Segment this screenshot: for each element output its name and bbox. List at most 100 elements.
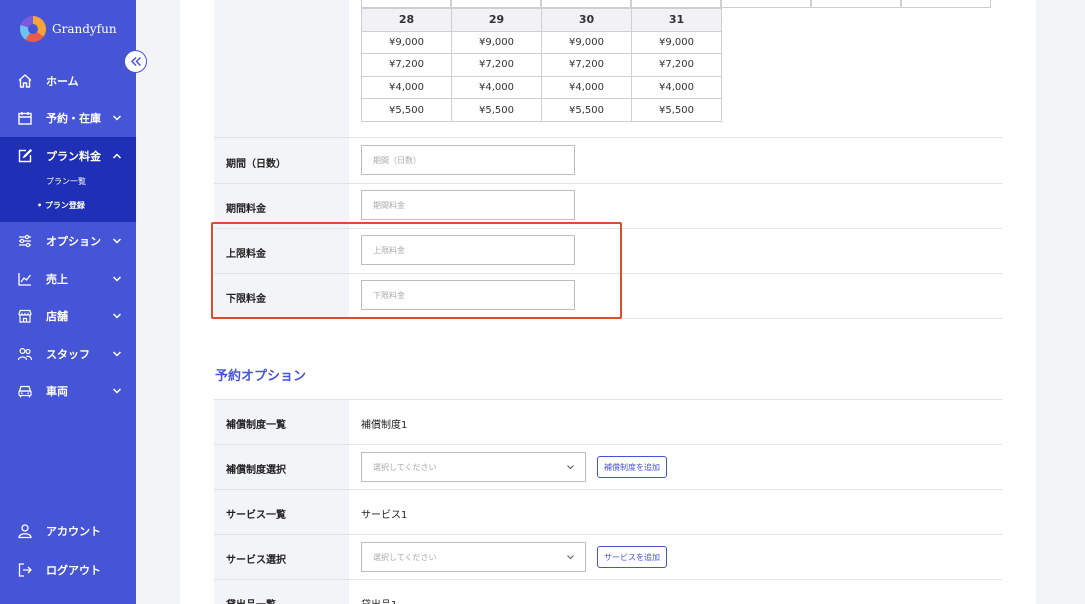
logo-icon bbox=[20, 16, 46, 42]
calendar-price-cell: ¥9,000 bbox=[631, 30, 722, 55]
insurance-select-placeholder: 選択してください bbox=[373, 462, 437, 472]
row-divider bbox=[214, 489, 1002, 490]
chevron-down-icon bbox=[112, 273, 122, 286]
period-days-label: 期間（日数） bbox=[226, 159, 286, 170]
calendar-day: 30 bbox=[541, 8, 632, 32]
calendar-price-cell: ¥5,500 bbox=[451, 98, 542, 122]
sidebar-item-options[interactable]: オプション bbox=[0, 226, 136, 256]
calendar-day: 29 bbox=[451, 8, 542, 32]
sidebar-item-vehicles[interactable]: 車両 bbox=[0, 376, 136, 406]
double-chevron-left-icon bbox=[130, 52, 142, 71]
calendar-price-cell: ¥7,200 bbox=[631, 53, 722, 77]
sidebar-item-reservations[interactable]: 予約・在庫 bbox=[0, 103, 136, 133]
row-divider bbox=[214, 579, 1002, 580]
lower-price-input[interactable]: 下限料金 bbox=[361, 280, 575, 310]
insurance-list-label: 補償制度一覧 bbox=[226, 420, 286, 431]
rental-list-label: 貸出品一覧 bbox=[226, 596, 276, 604]
calendar-price-cell: ¥7,200 bbox=[541, 53, 632, 77]
chevron-down-icon bbox=[112, 385, 122, 398]
sidebar-item-logout[interactable]: ログアウト bbox=[0, 555, 136, 585]
user-icon bbox=[16, 523, 33, 540]
chevron-down-icon bbox=[112, 348, 122, 361]
insurance-select[interactable]: 選択してください bbox=[361, 452, 586, 482]
calendar-price-cell: ¥5,500 bbox=[361, 98, 452, 122]
store-icon bbox=[16, 308, 33, 325]
upper-price-label: 上限料金 bbox=[226, 249, 266, 260]
calendar-price-cell: ¥4,000 bbox=[541, 75, 632, 100]
rental-list-value: 貸出品1 bbox=[361, 596, 397, 604]
sidebar-item-label: 店舗 bbox=[46, 310, 68, 323]
sidebar-item-account[interactable]: アカウント bbox=[0, 516, 136, 546]
calendar-price-cell: ¥9,000 bbox=[361, 30, 452, 55]
insurance-select-label: 補償制度選択 bbox=[226, 465, 286, 476]
sidebar-item-home[interactable]: ホーム bbox=[0, 66, 136, 96]
sidebar-item-label: 予約・在庫 bbox=[46, 112, 101, 125]
sidebar-collapse-button[interactable] bbox=[124, 50, 147, 73]
calendar-day: 28 bbox=[361, 8, 452, 32]
calendar-price-cell: ¥9,000 bbox=[451, 30, 542, 55]
period-price-input[interactable]: 期間料金 bbox=[361, 190, 575, 220]
row-divider bbox=[214, 318, 1002, 319]
label-column bbox=[214, 0, 349, 137]
sidebar-item-label: ホーム bbox=[46, 75, 79, 88]
calendar-price-cell: ¥9,000 bbox=[541, 30, 632, 55]
sidebar-item-staff[interactable]: スタッフ bbox=[0, 339, 136, 369]
row-divider bbox=[214, 183, 1002, 184]
row-divider bbox=[214, 444, 1002, 445]
calendar-icon bbox=[16, 110, 33, 127]
chevron-down-icon bbox=[112, 310, 122, 323]
insurance-list-value: 補償制度1 bbox=[361, 420, 408, 431]
sidebar-item-stores[interactable]: 店舗 bbox=[0, 301, 136, 331]
car-icon bbox=[16, 383, 33, 400]
logout-icon bbox=[16, 562, 33, 579]
period-days-input[interactable]: 期間（日数） bbox=[361, 145, 575, 175]
chevron-down-icon bbox=[566, 463, 575, 473]
lower-price-label: 下限料金 bbox=[226, 294, 266, 305]
brand-logo[interactable]: Grandyfun bbox=[20, 16, 117, 42]
sliders-icon bbox=[16, 233, 33, 250]
calendar-price-cell: ¥5,500 bbox=[541, 98, 632, 122]
sidebar-item-label: ログアウト bbox=[46, 564, 101, 577]
period-price-label: 期間料金 bbox=[226, 204, 266, 215]
sidebar-item-label: スタッフ bbox=[46, 348, 90, 361]
brand-name: Grandyfun bbox=[52, 22, 117, 36]
add-service-button[interactable]: サービスを追加 bbox=[597, 546, 667, 568]
service-select-placeholder: 選択してください bbox=[373, 552, 437, 562]
sidebar-item-label: アカウント bbox=[46, 525, 101, 538]
calendar-price-cell: ¥4,000 bbox=[361, 75, 452, 100]
calendar-price-row: ¥5,500 ¥5,500 ¥5,500 ¥5,500 bbox=[361, 98, 722, 122]
service-select[interactable]: 選択してください bbox=[361, 542, 586, 572]
add-insurance-button[interactable]: 補償制度を追加 bbox=[597, 456, 667, 478]
chart-line-icon bbox=[16, 271, 33, 288]
calendar-price-cell: ¥7,200 bbox=[361, 53, 452, 77]
sidebar-item-label: オプション bbox=[46, 235, 101, 248]
calendar-price-cell: ¥4,000 bbox=[631, 75, 722, 100]
upper-price-input[interactable]: 上限料金 bbox=[361, 235, 575, 265]
sidebar-item-label: 売上 bbox=[46, 273, 68, 286]
sidebar-subitem-plan-list[interactable]: プラン一覧 bbox=[46, 176, 86, 187]
calendar-price-row: ¥9,000 ¥9,000 ¥9,000 ¥9,000 bbox=[361, 30, 722, 55]
service-list-value: サービス1 bbox=[361, 510, 408, 521]
calendar-price-row: ¥4,000 ¥4,000 ¥4,000 ¥4,000 bbox=[361, 75, 722, 100]
price-calendar: 28 29 30 31 ¥9,000 ¥9,000 ¥9,000 ¥9,000 … bbox=[361, 8, 722, 122]
chevron-up-icon bbox=[112, 150, 122, 163]
sidebar-item-label: プラン料金 bbox=[46, 150, 101, 163]
calendar-price-cell: ¥4,000 bbox=[451, 75, 542, 100]
sidebar-item-label: 車両 bbox=[46, 385, 68, 398]
page-margin bbox=[1036, 0, 1085, 604]
calendar-price-cell: ¥7,200 bbox=[451, 53, 542, 77]
calendar-day: 31 bbox=[631, 8, 722, 32]
home-icon bbox=[16, 73, 33, 90]
row-divider bbox=[214, 273, 1002, 274]
sidebar-item-sales[interactable]: 売上 bbox=[0, 264, 136, 294]
service-list-label: サービス一覧 bbox=[226, 510, 286, 521]
service-select-label: サービス選択 bbox=[226, 555, 286, 566]
chevron-down-icon bbox=[112, 235, 122, 248]
row-divider bbox=[214, 534, 1002, 535]
reservation-options-title: 予約オプション bbox=[215, 369, 307, 384]
users-icon bbox=[16, 346, 33, 363]
calendar-day-row: 28 29 30 31 bbox=[361, 8, 722, 32]
sidebar-item-plan-pricing[interactable]: プラン料金 bbox=[0, 141, 136, 171]
chevron-down-icon bbox=[566, 553, 575, 563]
sidebar-subitem-plan-register[interactable]: • プラン登録 bbox=[37, 200, 85, 211]
